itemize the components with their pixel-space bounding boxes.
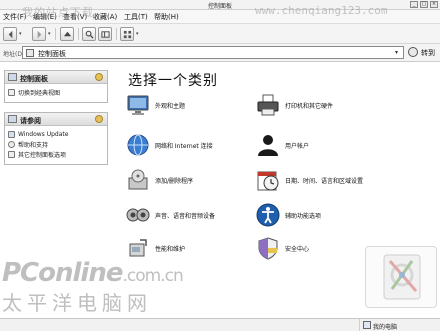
category-label: 打印机和其它硬件 [285,102,334,110]
category-label: 日期、时间、语言和区域设置 [285,177,364,185]
category-label: 添加/删除程序 [155,177,194,185]
help-support-link[interactable]: 帮助和支持 [8,140,104,149]
category-label: 安全中心 [285,245,310,253]
see-also-section: 请参阅 Windows Update 帮助和支持 其它控制面板选项 [4,112,108,165]
section-header[interactable]: 控制面板 [5,71,107,84]
category-printers[interactable]: 打印机和其它硬件 [256,93,333,117]
category-security-center[interactable]: 安全中心 [256,236,309,260]
watermark-left: 我的站点下载 [22,6,94,19]
status-pane [0,319,360,331]
windows-update-icon [8,131,15,138]
pconline-chinese-text: 太平洋电脑网 [2,291,152,315]
toolbar-separator [55,28,56,40]
category-user-accounts[interactable]: 用户帐户 [256,133,309,157]
collapse-icon[interactable] [95,73,103,81]
folders-icon [100,30,110,38]
watermark-right: www.chenqiang123.com [255,4,388,17]
close-button[interactable]: × [430,1,438,8]
control-panel-icon [8,151,15,158]
category-date-time[interactable]: 日期、时间、语言和区域设置 [256,168,363,192]
category-accessibility[interactable]: 辅助功能选项 [256,203,321,227]
control-panel-icon [8,73,17,81]
address-value: 控制面板 [38,50,66,58]
link-label: 其它控制面板选项 [18,152,67,159]
status-bar: 我的电脑 [0,318,440,331]
link-label: 切换到经典视图 [18,90,61,97]
minimize-button[interactable]: _ [410,1,418,8]
category-label: 外观和主题 [155,102,186,110]
pconline-watermark: PConline.com.cn 太平洋电脑网 [2,258,222,318]
menu-favorites[interactable]: 收藏(A) [93,12,117,22]
page-title: 选择一个类别 [128,73,218,89]
go-button[interactable]: 转到 [421,48,435,58]
security-shield-icon [258,237,278,260]
category-sounds[interactable]: 声音、语音和音频设备 [126,203,215,227]
folders-button[interactable] [98,27,112,41]
info-icon [8,115,17,123]
maximize-button[interactable]: □ [420,1,428,8]
add-remove-programs-icon [128,169,148,190]
printer-icon [257,94,279,116]
date-time-icon [257,171,279,191]
address-dropdown-icon[interactable]: ▾ [392,48,401,57]
section-header[interactable]: 请参阅 [5,113,107,126]
switch-classic-view-link[interactable]: 切换到经典视图 [8,88,104,97]
search-icon [85,30,94,39]
windows-update-link[interactable]: Windows Update [8,130,104,139]
section-title: 控制面板 [20,75,48,83]
speakers-icon [126,208,150,222]
link-label: 帮助和支持 [18,142,49,149]
section-title: 请参阅 [20,117,41,125]
network-globe-icon [127,134,149,156]
user-account-icon [258,135,278,156]
forward-arrow-icon [37,30,41,38]
category-performance[interactable]: 性能和维护 [126,236,185,260]
search-button[interactable] [82,27,96,41]
go-arrow-icon[interactable] [408,47,418,57]
performance-icon [129,239,147,257]
control-panel-icon [26,49,34,57]
toolbar-separator [116,28,117,40]
other-options-link[interactable]: 其它控制面板选项 [8,150,104,159]
link-label: Windows Update [18,131,69,138]
category-network[interactable]: 网络和 Internet 连接 [126,133,213,157]
toolbar-separator [78,28,79,40]
views-button[interactable] [120,27,134,41]
collapse-icon[interactable] [95,115,103,123]
category-label: 性能和维护 [155,245,186,253]
control-panel-section: 控制面板 切换到经典视图 [4,70,108,103]
back-dropdown-icon[interactable]: ▾ [19,31,22,37]
back-arrow-icon [8,30,12,38]
appearance-themes-icon [127,95,149,115]
address-input[interactable]: 控制面板 ▾ [22,46,404,59]
toolbar: ▾ ▾ ▾ [0,24,440,44]
up-arrow-icon [63,31,71,36]
forward-dropdown-icon[interactable]: ▾ [48,31,51,37]
category-label: 网络和 Internet 连接 [155,142,213,150]
pconline-logo-text: PConline.com.cn [2,258,184,288]
menu-help[interactable]: 帮助(H) [154,12,179,22]
address-bar: 地址(D) 控制面板 ▾ 转到 [0,44,440,62]
status-zone-text: 我的电脑 [373,324,398,331]
forward-button[interactable] [32,27,46,41]
views-dropdown-icon[interactable]: ▾ [136,31,139,37]
menu-tools[interactable]: 工具(T) [124,12,148,22]
category-label: 用户帐户 [285,142,310,150]
category-add-remove[interactable]: 添加/删除程序 [126,168,193,192]
category-label: 辅助功能选项 [285,212,322,220]
category-appearance[interactable]: 外观和主题 [126,93,185,117]
back-button[interactable] [3,27,17,41]
control-panel-watermark-icon [365,246,437,308]
views-icon [123,30,131,38]
help-icon [8,141,15,148]
up-button[interactable] [60,27,74,41]
my-computer-icon [363,321,371,329]
category-label: 声音、语音和音频设备 [155,212,216,220]
switch-view-icon [8,89,15,96]
accessibility-icon [256,203,280,227]
